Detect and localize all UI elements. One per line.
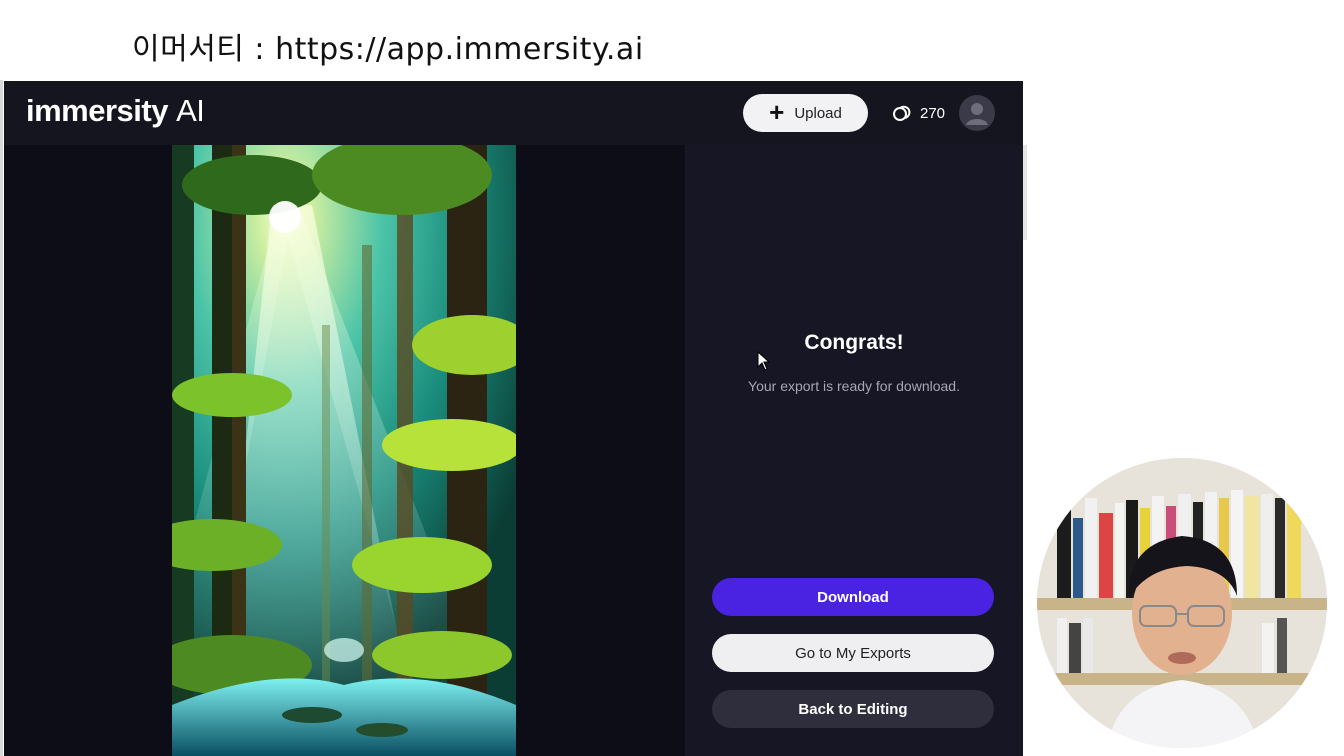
logo-ai: AI xyxy=(176,93,205,128)
forest-image-preview xyxy=(172,145,516,756)
congrats-title: Congrats! xyxy=(804,331,904,354)
download-button[interactable]: Download xyxy=(712,578,994,616)
app-header: immersity AI + Upload 270 xyxy=(4,81,1023,145)
plus-icon: + xyxy=(769,97,785,127)
user-avatar-icon[interactable] xyxy=(959,95,995,131)
export-panel: Congrats! Your export is ready for downl… xyxy=(685,145,1023,756)
preview-pane xyxy=(4,145,685,756)
logo-wordmark: immersity xyxy=(26,93,168,128)
presenter-webcam xyxy=(1037,458,1327,748)
immersity-app-window: immersity AI + Upload 270 Congrats! Your… xyxy=(4,81,1023,756)
export-ready-message: Your export is ready for download. xyxy=(748,378,960,394)
credits-counter[interactable]: 270 xyxy=(892,101,945,125)
credits-coin-icon xyxy=(893,105,911,121)
upload-button[interactable]: + Upload xyxy=(743,94,868,132)
window-edge xyxy=(0,80,3,756)
immersity-logo[interactable]: immersity AI xyxy=(26,93,205,129)
go-to-my-exports-button[interactable]: Go to My Exports xyxy=(712,634,994,672)
mouse-cursor-icon xyxy=(757,351,771,371)
video-caption: 이머서티 : https://app.immersity.ai xyxy=(132,32,644,67)
credits-value: 270 xyxy=(920,104,946,122)
back-to-editing-button[interactable]: Back to Editing xyxy=(712,690,994,728)
upload-label: Upload xyxy=(794,104,842,122)
window-edge-right xyxy=(1023,145,1027,240)
